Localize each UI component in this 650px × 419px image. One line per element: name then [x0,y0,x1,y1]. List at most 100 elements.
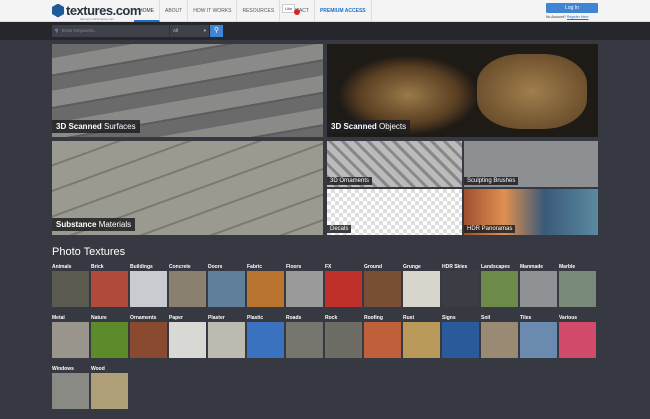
hero-label: Decals [327,225,352,233]
category-soil[interactable]: Soil [481,315,518,358]
hero-sculpting-brushes[interactable]: Sculpting Brushes [464,141,598,187]
category-tiles[interactable]: Tiles [520,315,557,358]
category-thumbnail[interactable] [52,373,89,409]
hero-hdr-panoramas[interactable]: HDR Panoramas [464,189,598,235]
nav-about[interactable]: ABOUT [160,0,189,22]
category-manmade[interactable]: Manmade [520,264,557,307]
category-rock[interactable]: Rock [325,315,362,358]
category-metal[interactable]: Metal [52,315,89,358]
nav-home[interactable]: HOME [134,0,160,22]
category-thumbnail[interactable] [286,271,323,307]
nav-resources[interactable]: RESOURCES [237,0,281,22]
category-thumbnail[interactable] [286,322,323,358]
category-thumbnail[interactable] [208,322,245,358]
logo-cube-icon [52,3,64,18]
category-thumbnail[interactable] [247,271,284,307]
category-thumbnail[interactable] [169,271,206,307]
category-thumbnail[interactable] [130,271,167,307]
category-ornaments[interactable]: Ornaments [130,315,167,358]
category-label: HDR Skies [442,264,468,270]
category-thumbnail[interactable] [208,271,245,307]
search-button[interactable]: ⚲ [210,25,223,37]
category-thumbnail[interactable] [52,322,89,358]
category-thumbnail[interactable] [403,271,440,307]
category-rust[interactable]: Rust [403,315,440,358]
category-thumbnail[interactable] [403,322,440,358]
category-roofing[interactable]: Roofing [364,315,401,358]
category-thumbnail[interactable] [325,271,362,307]
category-wood[interactable]: Wood [91,366,128,409]
category-roads[interactable]: Roads [286,315,323,358]
category-label: Grunge [403,264,421,270]
category-brick[interactable]: Brick [91,264,128,307]
category-thumbnail[interactable] [325,322,362,358]
category-windows[interactable]: Windows [52,366,89,409]
logo[interactable]: textures.com formerly CGTextures.com [52,3,141,21]
search-icon: ⚲ [213,27,220,34]
login-button[interactable]: Log In [546,3,598,13]
category-thumbnail[interactable] [364,271,401,307]
register-link[interactable]: Register Here [567,15,589,19]
category-fabric[interactable]: Fabric [247,264,284,307]
nav-how-it-works[interactable]: HOW IT WORKS [188,0,238,22]
category-marble[interactable]: Marble [559,264,596,307]
category-thumbnail[interactable] [91,322,128,358]
search-category-select[interactable]: All ▾ [169,25,209,37]
category-plaster[interactable]: Plaster [208,315,245,358]
category-animals[interactable]: Animals [52,264,89,307]
category-floors[interactable]: Floors [286,264,323,307]
category-thumbnail[interactable] [559,271,596,307]
category-landscapes[interactable]: Landscapes [481,264,518,307]
search-placeholder: Enter Keywords... [62,28,98,33]
category-label: FX [325,264,332,270]
category-label: Roofing [364,315,383,321]
category-thumbnail[interactable] [442,271,479,307]
category-thumbnail[interactable] [364,322,401,358]
category-thumbnail[interactable] [559,322,596,358]
no-account-label: No Account? [546,15,566,19]
category-label: Fabric [247,264,263,270]
category-signs[interactable]: Signs [442,315,479,358]
category-thumbnail[interactable] [481,271,518,307]
category-label: Buildings [130,264,153,270]
hero-decals[interactable]: Decals [327,189,462,235]
category-thumbnail[interactable] [91,271,128,307]
chevron-down-icon: ▾ [203,28,206,33]
category-paper[interactable]: Paper [169,315,206,358]
category-thumbnail[interactable] [91,373,128,409]
main-nav: HOME ABOUT HOW IT WORKS RESOURCES CONTAC… [134,0,372,22]
category-thumbnail[interactable] [130,322,167,358]
category-hdr-skies[interactable]: HDR Skies [442,264,479,307]
category-thumbnail[interactable] [520,322,557,358]
hero-label: 3D Scanned Surfaces [52,120,140,133]
category-label: Nature [91,315,107,321]
category-label: Concrete [169,264,191,270]
category-thumbnail[interactable] [442,322,479,358]
nav-premium-access[interactable]: PREMIUM ACCESS [315,0,372,22]
hero-substance-materials[interactable]: Substance Materials [52,141,323,235]
category-thumbnail[interactable] [520,271,557,307]
header: textures.com formerly CGTextures.com HOM… [0,0,650,22]
hero-3d-scanned-objects[interactable]: 3D Scanned Objects [327,44,598,137]
category-label: Floors [286,264,302,270]
category-nature[interactable]: Nature [91,315,128,358]
category-fx[interactable]: FX [325,264,362,307]
category-label: Plaster [208,315,225,321]
category-thumbnail[interactable] [52,271,89,307]
category-concrete[interactable]: Concrete [169,264,206,307]
search-select-value: All [173,28,179,33]
hero-3d-scanned-surfaces[interactable]: 3D Scanned Surfaces [52,44,323,137]
category-thumbnail[interactable] [247,322,284,358]
category-thumbnail[interactable] [169,322,206,358]
hero-3d-ornaments[interactable]: 3D Ornaments [327,141,462,187]
category-buildings[interactable]: Buildings [130,264,167,307]
search-input[interactable]: ⚲ Enter Keywords... [52,25,169,37]
category-various[interactable]: Various [559,315,596,358]
category-ground[interactable]: Ground [364,264,401,307]
category-thumbnail[interactable] [481,322,518,358]
category-grunge[interactable]: Grunge [403,264,440,307]
category-plastic[interactable]: Plastic [247,315,284,358]
section-title: Photo Textures [52,246,126,258]
logo-subtitle: formerly CGTextures.com [80,17,115,21]
category-doors[interactable]: Doors [208,264,245,307]
